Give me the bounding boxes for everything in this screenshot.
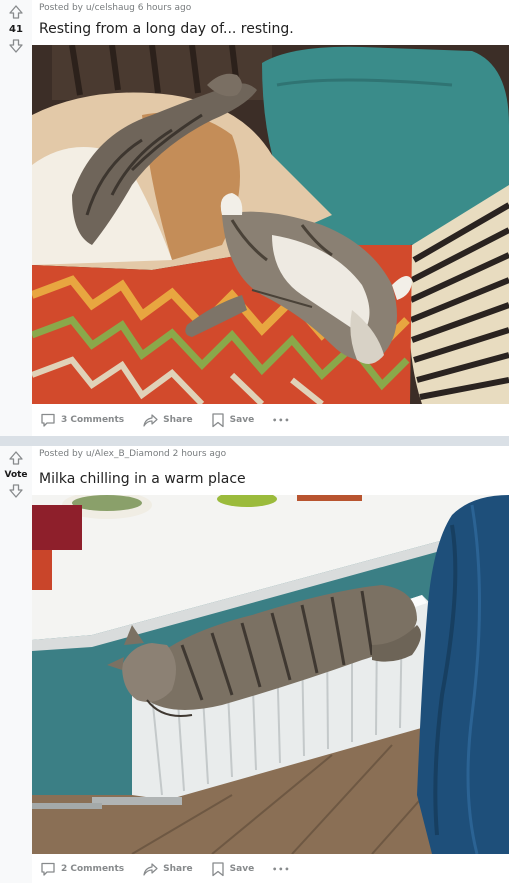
save-label: Save — [229, 864, 255, 874]
post-image[interactable] — [32, 495, 509, 854]
comments-button[interactable]: 2 Comments — [40, 861, 124, 877]
more-icon: ••• — [272, 864, 291, 874]
share-button[interactable]: Share — [142, 861, 193, 877]
share-label: Share — [163, 864, 193, 874]
post-image[interactable] — [32, 45, 509, 404]
comments-button[interactable]: 3 Comments — [40, 412, 124, 428]
comments-label: 3 Comments — [61, 415, 125, 425]
downvote-icon[interactable] — [8, 38, 24, 54]
comment-icon — [41, 413, 55, 427]
more-options-button[interactable]: ••• — [272, 865, 290, 874]
more-options-button[interactable]: ••• — [272, 416, 290, 425]
save-button[interactable]: Save — [211, 412, 255, 428]
comments-label: 2 Comments — [61, 864, 125, 874]
bookmark-icon — [211, 862, 224, 877]
vote-score: Vote — [4, 470, 28, 480]
save-button[interactable]: Save — [211, 861, 255, 877]
vote-column: 41 — [0, 0, 32, 436]
post-divider — [0, 436, 509, 446]
downvote-icon[interactable] — [8, 483, 24, 499]
share-button[interactable]: Share — [142, 412, 193, 428]
comment-icon — [41, 862, 55, 876]
more-icon: ••• — [272, 415, 291, 425]
save-label: Save — [229, 415, 255, 425]
post-card: Vote Posted by u/Alex_B_Diamond 2 hours … — [0, 446, 509, 883]
post-card: 41 Posted by u/celshaug 6 hours ago Rest… — [0, 0, 509, 436]
share-label: Share — [163, 415, 193, 425]
upvote-icon[interactable] — [8, 4, 24, 20]
post-actions: 2 Comments Share Save ••• — [40, 861, 309, 877]
post-author-line[interactable]: Posted by u/celshaug 6 hours ago — [39, 3, 191, 13]
vote-column: Vote — [0, 446, 32, 883]
post-actions: 3 Comments Share Save ••• — [40, 412, 309, 428]
post-title[interactable]: Resting from a long day of... resting. — [39, 21, 294, 37]
vote-score: 41 — [9, 24, 23, 35]
post-author-line[interactable]: Posted by u/Alex_B_Diamond 2 hours ago — [39, 449, 226, 459]
upvote-icon[interactable] — [8, 450, 24, 466]
share-icon — [143, 863, 158, 876]
share-icon — [143, 414, 158, 427]
post-title[interactable]: Milka chilling in a warm place — [39, 471, 246, 487]
bookmark-icon — [211, 413, 224, 428]
